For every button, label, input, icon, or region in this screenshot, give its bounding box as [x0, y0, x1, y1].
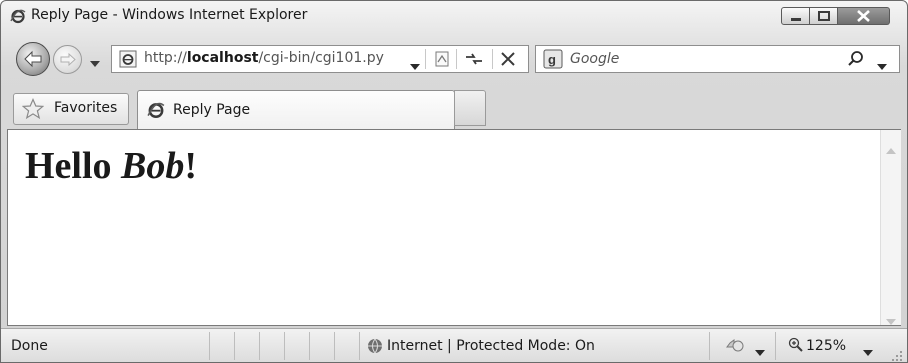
- status-divider: [259, 332, 260, 360]
- addons-dropdown-icon[interactable]: [755, 342, 765, 356]
- user-name: Bob: [121, 145, 185, 187]
- manage-addons-icon[interactable]: [724, 335, 746, 355]
- svg-text:g: g: [548, 52, 556, 67]
- title-bar[interactable]: Reply Page - Windows Internet Explorer: [1, 1, 907, 31]
- security-zone[interactable]: Internet | Protected Mode: On: [387, 338, 595, 354]
- url-prefix: http://: [144, 50, 187, 66]
- zoom-level[interactable]: 125%: [806, 338, 846, 354]
- address-dropdown-icon[interactable]: [410, 56, 420, 70]
- favorites-button[interactable]: Favorites: [13, 93, 129, 125]
- zoom-magnifier-icon[interactable]: [788, 337, 804, 353]
- status-divider: [775, 332, 776, 360]
- vertical-scrollbar[interactable]: [880, 130, 901, 325]
- tab-reply-page[interactable]: Reply Page: [137, 90, 455, 129]
- resize-grip-icon[interactable]: [891, 347, 903, 361]
- refresh-icon[interactable]: [464, 51, 484, 67]
- status-divider: [234, 332, 235, 360]
- stop-icon[interactable]: [500, 51, 516, 67]
- ie-page-icon: [119, 50, 137, 68]
- divider: [492, 49, 493, 69]
- greeting-punctuation: !: [184, 145, 198, 187]
- forward-button[interactable]: [53, 45, 82, 74]
- favorites-and-tabs-bar: Favorites Reply Page: [1, 87, 907, 129]
- zoom-dropdown-icon[interactable]: [863, 342, 873, 356]
- favorites-label: Favorites: [54, 100, 118, 116]
- status-divider: [284, 332, 285, 360]
- status-divider: [209, 332, 210, 360]
- status-divider: [359, 332, 360, 360]
- globe-icon: [367, 338, 383, 354]
- scroll-down-icon[interactable]: [886, 310, 896, 325]
- tab-label: Reply Page: [173, 102, 251, 118]
- compatibility-view-icon[interactable]: [434, 51, 450, 67]
- search-input[interactable]: [570, 48, 810, 70]
- status-text: Done: [11, 338, 48, 354]
- address-bar[interactable]: http://localhost/cgi-bin/cgi101.py: [111, 45, 529, 73]
- scroll-up-icon[interactable]: [886, 139, 896, 154]
- browser-window: Reply Page - Windows Internet Explorer h…: [0, 0, 908, 363]
- search-options-dropdown-icon[interactable]: [877, 56, 887, 70]
- magnifier-icon[interactable]: [847, 50, 865, 68]
- status-divider: [709, 332, 710, 360]
- url-host: localhost: [186, 50, 259, 66]
- greeting-text: Hello: [25, 145, 122, 187]
- window-title: Reply Page - Windows Internet Explorer: [31, 7, 308, 23]
- page-heading: Hello Bob!: [25, 144, 197, 188]
- address-url[interactable]: http://localhost/cgi-bin/cgi101.py: [144, 50, 384, 66]
- close-button[interactable]: [838, 7, 890, 25]
- ie-logo-icon: [10, 8, 26, 24]
- divider: [456, 49, 457, 69]
- google-icon[interactable]: g: [543, 49, 563, 69]
- ie-logo-icon: [147, 101, 165, 119]
- divider: [425, 49, 426, 69]
- maximize-button[interactable]: [810, 7, 838, 25]
- recent-pages-dropdown-icon[interactable]: [89, 54, 101, 67]
- new-tab-button[interactable]: [454, 90, 486, 126]
- search-bar[interactable]: g: [535, 45, 900, 73]
- status-divider: [309, 332, 310, 360]
- url-path: /cgi-bin/cgi101.py: [258, 50, 384, 66]
- status-bar: Done Internet | Protected Mode: On 125%: [1, 328, 907, 362]
- status-divider: [334, 332, 335, 360]
- page-content: Hello Bob!: [7, 129, 901, 326]
- minimize-button[interactable]: [781, 7, 810, 25]
- back-button[interactable]: [16, 42, 50, 76]
- star-icon: [21, 97, 45, 120]
- navigation-bar: http://localhost/cgi-bin/cgi101.py g: [1, 41, 907, 77]
